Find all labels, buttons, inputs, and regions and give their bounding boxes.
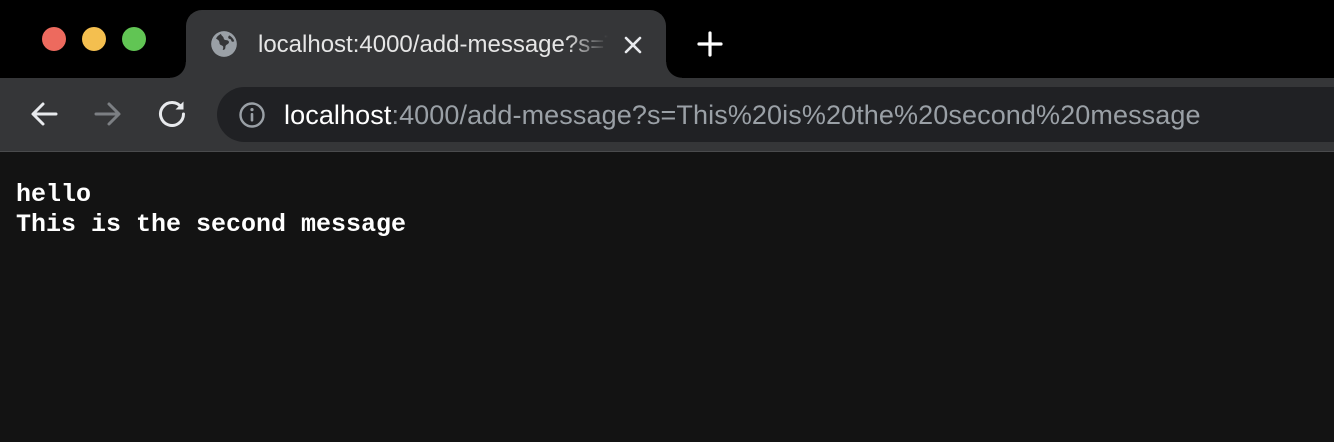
browser-window: localhost:4000/add-message?s=This%20is%2… bbox=[0, 0, 1334, 442]
url-text: localhost:4000/add-message?s=This%20is%2… bbox=[284, 99, 1201, 131]
window-minimize-button[interactable] bbox=[82, 27, 106, 51]
plus-icon[interactable] bbox=[694, 28, 726, 60]
info-icon[interactable] bbox=[237, 100, 267, 130]
reload-icon[interactable] bbox=[155, 97, 189, 131]
url-host: localhost bbox=[284, 100, 392, 130]
tab-strip: localhost:4000/add-message?s=This%20is%2… bbox=[0, 0, 1334, 78]
toolbar: localhost:4000/add-message?s=This%20is%2… bbox=[0, 78, 1334, 152]
message-line: This is the second message bbox=[16, 210, 407, 239]
arrow-right-icon[interactable] bbox=[91, 97, 125, 131]
page-body: hello This is the second message bbox=[16, 180, 406, 240]
message-line: hello bbox=[16, 180, 92, 209]
window-maximize-button[interactable] bbox=[122, 27, 146, 51]
tab-active[interactable]: localhost:4000/add-message?s=This%20is%2… bbox=[170, 10, 682, 78]
close-icon[interactable] bbox=[622, 34, 644, 56]
arrow-left-icon[interactable] bbox=[27, 97, 61, 131]
page-viewport: hello This is the second message bbox=[0, 152, 1334, 442]
tab-title: localhost:4000/add-message?s=This%20is%2… bbox=[258, 31, 608, 58]
address-bar[interactable]: localhost:4000/add-message?s=This%20is%2… bbox=[217, 87, 1334, 142]
window-close-button[interactable] bbox=[42, 27, 66, 51]
url-path: :4000/add-message?s=This%20is%20the%20se… bbox=[391, 100, 1201, 130]
globe-icon bbox=[211, 31, 237, 57]
